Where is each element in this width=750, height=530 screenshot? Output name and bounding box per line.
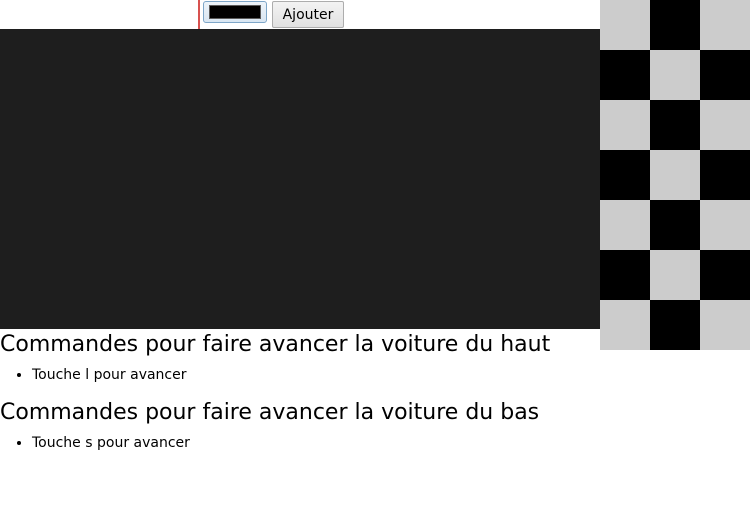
checker-square (650, 100, 700, 150)
checker-square (700, 150, 750, 200)
finish-line-checkerboard (600, 0, 750, 350)
add-car-button[interactable]: Ajouter (272, 1, 344, 28)
checker-square (600, 200, 650, 250)
checker-square (700, 200, 750, 250)
instructions: Commandes pour faire avancer la voiture … (0, 329, 600, 465)
checker-square (650, 0, 700, 50)
top-car-commands-list: Touche l pour avancer (0, 365, 600, 385)
checker-square (600, 150, 650, 200)
list-item: Touche s pour avancer (32, 433, 600, 453)
checker-square (600, 100, 650, 150)
checker-square (650, 50, 700, 100)
page: Ajouter Commandes pour faire avancer la … (0, 0, 750, 530)
divider-line (198, 0, 200, 29)
checker-square (650, 250, 700, 300)
list-item: Touche l pour avancer (32, 365, 600, 385)
toolbar: Ajouter (0, 0, 600, 29)
car-color-picker[interactable] (203, 1, 267, 23)
checker-square (650, 200, 700, 250)
checker-square (650, 300, 700, 350)
checker-square (600, 250, 650, 300)
checker-square (700, 250, 750, 300)
top-car-heading: Commandes pour faire avancer la voiture … (0, 332, 551, 357)
bottom-car-heading: Commandes pour faire avancer la voiture … (0, 400, 540, 425)
checker-square (600, 50, 650, 100)
checker-square (700, 300, 750, 350)
checker-square (700, 50, 750, 100)
checker-square (700, 0, 750, 50)
checker-square (600, 300, 650, 350)
checker-square (700, 100, 750, 150)
race-track-canvas (0, 29, 600, 329)
checker-square (600, 0, 650, 50)
bottom-car-commands-list: Touche s pour avancer (0, 433, 600, 453)
color-swatch (209, 5, 261, 19)
checker-square (650, 150, 700, 200)
